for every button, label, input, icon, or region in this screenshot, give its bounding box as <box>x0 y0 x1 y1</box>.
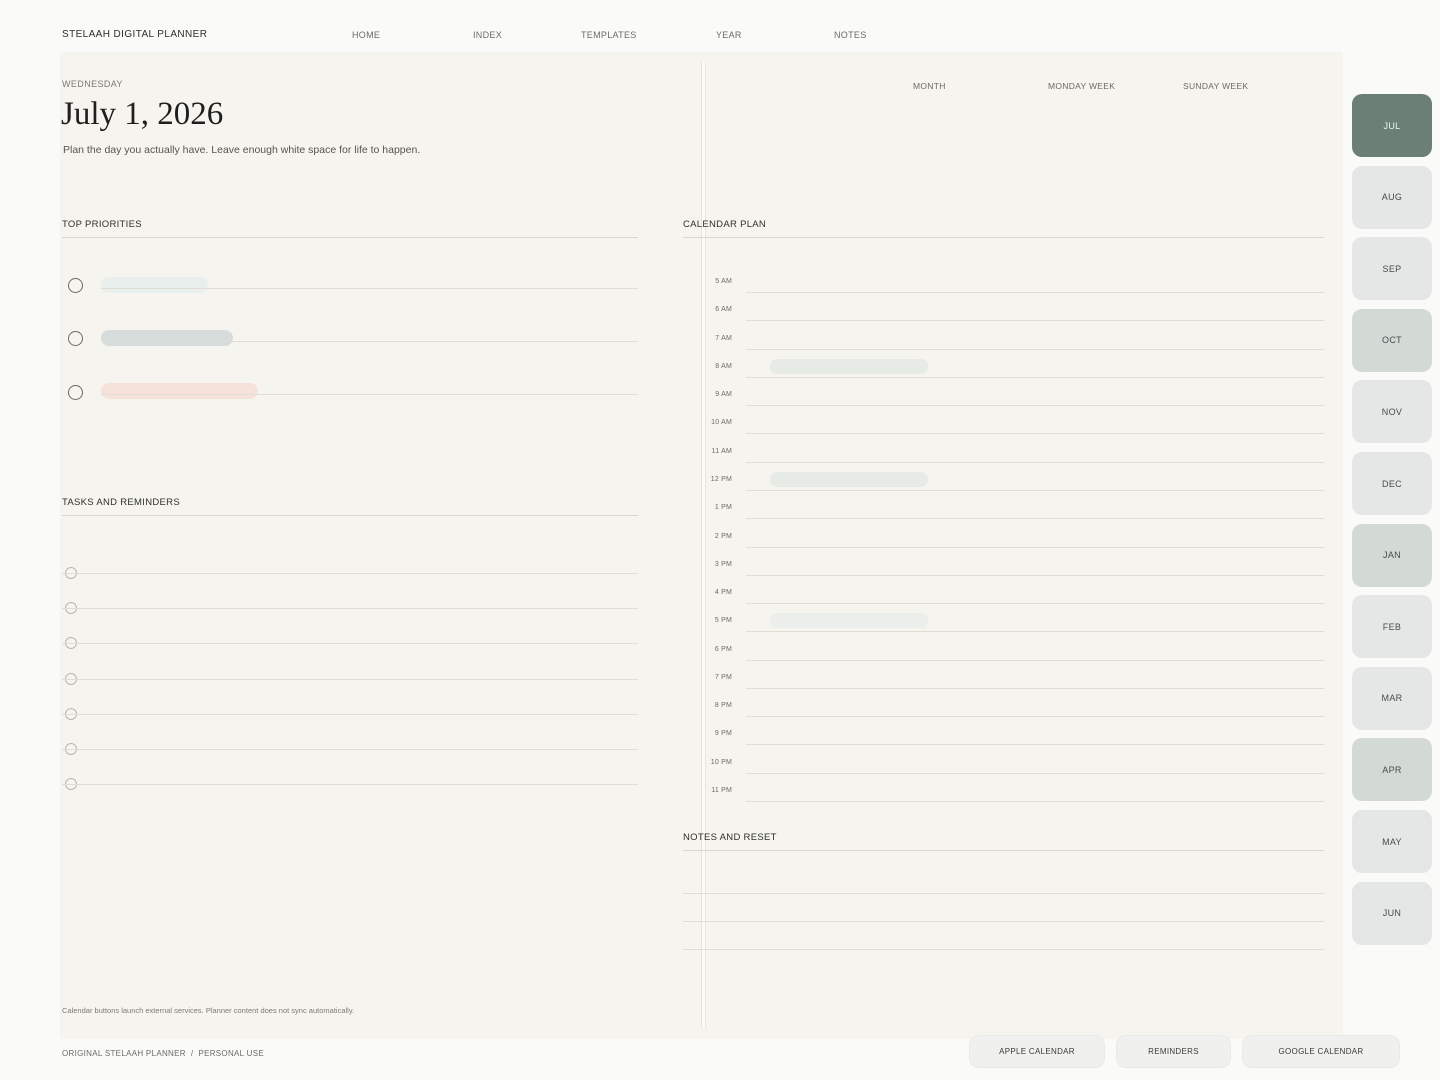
hour-slot-line[interactable] <box>746 603 1324 605</box>
hour-slot-line[interactable] <box>746 320 1324 322</box>
event-block-5pm[interactable] <box>770 613 928 628</box>
hour-slot-line[interactable] <box>746 716 1324 718</box>
hour-slot-line[interactable] <box>746 631 1324 633</box>
hour-label: 5 AM <box>715 278 732 285</box>
task-1-line[interactable] <box>62 573 638 574</box>
task-5-line[interactable] <box>62 713 638 715</box>
section-divider <box>683 850 1324 851</box>
priority-2-line <box>101 341 638 342</box>
hour-label: 3 PM <box>714 560 732 568</box>
hour-label: 9 PM <box>714 730 732 738</box>
month-tab-apr[interactable]: APR <box>1352 738 1432 802</box>
hour-label: 6 PM <box>714 645 732 653</box>
priority-3-input[interactable] <box>101 383 637 399</box>
hour-slot-line[interactable] <box>746 348 1324 350</box>
brand-title: STELAAH DIGITAL PLANNER <box>62 29 208 40</box>
task-7-line[interactable] <box>62 784 638 786</box>
task-2-line[interactable] <box>62 608 638 610</box>
view-monday-week-link[interactable]: MONDAY WEEK <box>1048 81 1115 91</box>
nav-home[interactable]: HOME <box>352 30 380 40</box>
google-calendar-button[interactable]: GOOGLE CALENDAR <box>1242 1035 1400 1068</box>
hour-label: 11 AM <box>711 447 732 455</box>
hour-slot-line[interactable] <box>746 772 1324 774</box>
apple-calendar-button[interactable]: APPLE CALENDAR <box>969 1035 1105 1068</box>
footer-credit: ORIGINAL STELAAH PLANNER / PERSONAL USE <box>62 1049 264 1058</box>
top-priorities-heading: TOP PRIORITIES <box>62 219 142 230</box>
hour-label: 9 AM <box>715 391 732 399</box>
page-title: July 1, 2026 <box>61 96 224 132</box>
hour-slot-line[interactable] <box>746 376 1324 378</box>
hour-label: 8 AM <box>715 362 732 370</box>
month-tab-dec[interactable]: DEC <box>1352 452 1432 515</box>
hour-label: 7 AM <box>715 334 732 342</box>
hour-label: 8 PM <box>714 702 732 710</box>
hour-slot-line[interactable] <box>746 489 1324 491</box>
task-4-line[interactable] <box>62 678 638 680</box>
priority-2-checkbox[interactable] <box>68 331 83 346</box>
section-divider <box>683 237 1324 238</box>
hour-slot-line[interactable] <box>746 744 1324 746</box>
section-divider <box>62 237 638 238</box>
hour-label: 4 PM <box>714 589 732 597</box>
reminders-button[interactable]: REMINDERS <box>1116 1035 1231 1068</box>
hour-slot-line[interactable] <box>746 574 1324 576</box>
section-divider <box>62 515 638 516</box>
event-block-8am[interactable] <box>770 359 928 374</box>
hour-slot-line[interactable] <box>746 687 1324 689</box>
month-tab-sep[interactable]: SEP <box>1352 237 1432 301</box>
tasks-heading: TASKS AND REMINDERS <box>62 497 180 508</box>
task-3-line[interactable] <box>62 643 638 645</box>
month-tab-jul[interactable]: JUL <box>1352 94 1432 157</box>
notes-line[interactable] <box>683 921 1324 922</box>
hour-label: 6 AM <box>715 306 732 314</box>
month-tab-jun[interactable]: JUN <box>1352 881 1432 945</box>
nav-templates[interactable]: TEMPLATES <box>581 30 637 40</box>
weekday-label: WEDNESDAY <box>62 79 123 89</box>
hour-slot-line[interactable] <box>746 801 1324 803</box>
hour-label: 11 PM <box>711 787 732 795</box>
nav-index[interactable]: INDEX <box>473 30 502 40</box>
priority-1-checkbox[interactable] <box>68 278 83 293</box>
priority-3-line <box>101 394 638 395</box>
month-tab-feb[interactable]: FEB <box>1352 595 1432 659</box>
hour-label: 2 PM <box>714 532 732 540</box>
top-navigation-bar: STELAAH DIGITAL PLANNER HOME INDEX TEMPL… <box>0 0 1440 52</box>
hour-slot-line[interactable] <box>746 659 1324 661</box>
priority-3-checkbox[interactable] <box>68 385 83 400</box>
nav-notes[interactable]: NOTES <box>834 30 867 40</box>
hour-label: 10 AM <box>711 419 732 427</box>
page-spine <box>701 62 706 1028</box>
hour-label: 5 PM <box>714 617 732 625</box>
priority-1-input[interactable] <box>101 277 637 293</box>
month-tab-mar[interactable]: MAR <box>1352 666 1432 730</box>
tagline: Plan the day you actually have. Leave en… <box>63 144 421 156</box>
hour-label: 12 PM <box>710 475 732 483</box>
hour-slot-line[interactable] <box>746 518 1324 520</box>
notes-heading: NOTES AND RESET <box>683 832 777 843</box>
month-tab-nov[interactable]: NOV <box>1352 380 1432 444</box>
month-tab-aug[interactable]: AUG <box>1352 165 1432 229</box>
view-sunday-week-link[interactable]: SUNDAY WEEK <box>1183 81 1248 91</box>
priority-1-line <box>101 288 638 289</box>
hour-label: 1 PM <box>714 504 732 512</box>
calendar-plan-heading: CALENDAR PLAN <box>683 219 767 230</box>
month-tab-oct[interactable]: OCT <box>1352 308 1432 372</box>
hour-slot-line[interactable] <box>746 461 1324 463</box>
sync-footnote: Calendar buttons launch external service… <box>62 1006 355 1015</box>
task-6-line[interactable] <box>62 749 638 750</box>
priority-2-input[interactable] <box>101 330 637 346</box>
view-month-link[interactable]: MONTH <box>913 81 946 91</box>
notes-line[interactable] <box>683 893 1324 894</box>
hour-label: 10 PM <box>710 758 732 766</box>
notes-line[interactable] <box>683 949 1324 950</box>
hour-slot-line[interactable] <box>746 546 1324 548</box>
month-tab-jan[interactable]: JAN <box>1352 523 1432 587</box>
hour-slot-line[interactable] <box>746 405 1324 407</box>
hour-slot-line[interactable] <box>746 433 1324 435</box>
hour-label: 7 PM <box>714 673 732 681</box>
nav-year[interactable]: YEAR <box>716 30 742 40</box>
event-block-12pm[interactable] <box>770 472 928 487</box>
hour-slot-line[interactable] <box>746 292 1324 293</box>
month-tab-may[interactable]: MAY <box>1352 810 1432 873</box>
